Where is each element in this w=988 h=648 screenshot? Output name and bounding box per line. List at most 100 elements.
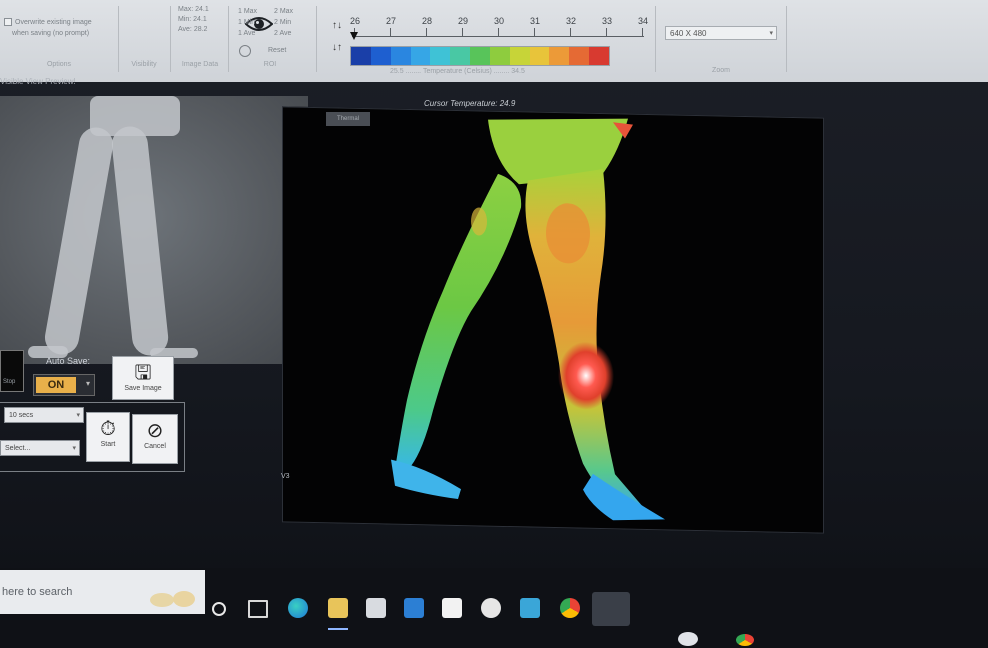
active-app-indicator xyxy=(328,628,348,630)
tick-mark xyxy=(606,28,607,36)
roi-caption: ROI xyxy=(263,61,277,68)
tick-mark xyxy=(570,28,571,36)
save-image-label: Save Image xyxy=(124,385,162,392)
cancel-label: Cancel xyxy=(144,443,166,450)
options-group: Overwrite existing image when saving (no… xyxy=(0,0,118,82)
ribbon-separator xyxy=(316,6,317,72)
roi2-ave[interactable]: 2 Ave xyxy=(274,30,291,37)
image-data-group: Max: 24.1 Min: 24.1 Ave: 28.2 Image Data xyxy=(172,0,228,82)
max-temp-value: Max: 24.1 xyxy=(178,6,209,13)
tick-mark xyxy=(534,28,535,36)
reset-button[interactable]: Reset xyxy=(268,47,286,54)
search-highlight-icon[interactable] xyxy=(148,588,198,610)
search-placeholder: here to search xyxy=(2,586,73,598)
timer-off-icon: ⊘ xyxy=(146,420,164,442)
tick-label: 29 xyxy=(458,16,469,26)
stop-button[interactable]: Stop xyxy=(0,350,24,392)
cancel-timer-button[interactable]: ⊘ Cancel xyxy=(132,414,178,464)
scale-slider-thumb[interactable] xyxy=(350,32,358,40)
color-bar-segment xyxy=(569,47,590,65)
tick-label: 33 xyxy=(602,16,613,26)
chevron-down-icon: ▾ xyxy=(76,412,80,419)
reset-icon[interactable] xyxy=(239,45,251,57)
auto-save-toggle[interactable]: ON ▾ xyxy=(33,374,95,396)
color-bar-segment xyxy=(390,47,411,65)
color-bar-segment xyxy=(509,47,530,65)
zoom-caption: Zoom xyxy=(712,67,730,74)
tick-label: 28 xyxy=(422,16,433,26)
tick-label: 34 xyxy=(638,16,649,26)
ribbon-separator xyxy=(786,6,787,72)
chevron-down-icon: ▾ xyxy=(72,445,76,452)
scale-ticks: 26 27 28 29 30 31 32 33 34 xyxy=(350,16,650,44)
sort-descending-icon[interactable]: ↓↑ xyxy=(332,42,342,53)
amazon-icon[interactable] xyxy=(442,598,462,618)
cursor-temperature: Cursor Temperature: 24.9 xyxy=(424,99,516,108)
scale-caption: 25.5 ........ Temperature (Celsius) ....… xyxy=(390,68,525,75)
start-timer-button[interactable]: ⏱ Start xyxy=(86,412,130,462)
floppy-disk-icon: 🖫 xyxy=(134,362,152,384)
visible-view-title: Visible View Preview! xyxy=(0,77,76,86)
color-bar-segment xyxy=(549,47,570,65)
color-bar-segment xyxy=(529,47,550,65)
tick-mark xyxy=(498,28,499,36)
tray-chrome-icon[interactable] xyxy=(736,634,754,646)
save-image-button[interactable]: 🖫 Save Image xyxy=(112,356,174,400)
color-bar-segment xyxy=(470,47,490,65)
tick-mark xyxy=(426,28,427,36)
interval-value: 10 secs xyxy=(9,412,34,419)
thermal-app-icon[interactable] xyxy=(592,592,630,626)
app-icon[interactable] xyxy=(520,598,540,618)
resolution-select[interactable]: 640 X 480 ▾ xyxy=(665,26,777,40)
temperature-scale: ↑↓ ↓↑ 26 27 28 29 30 31 32 33 34 25.5 ..… xyxy=(330,14,650,78)
thermal-view[interactable] xyxy=(282,106,824,534)
roi1-max[interactable]: 1 Max xyxy=(238,8,257,15)
overwrite-label-2: when saving (no prompt) xyxy=(12,30,90,37)
ribbon-toolbar: Overwrite existing image when saving (no… xyxy=(0,0,988,82)
color-bar-segment xyxy=(370,47,391,65)
mode-value: Select... xyxy=(5,445,31,452)
screen: Overwrite existing image when saving (no… xyxy=(0,0,988,648)
color-bar-segment xyxy=(410,47,431,65)
thermal-leg-left xyxy=(395,173,522,470)
resolution-value: 640 X 480 xyxy=(670,29,707,38)
store-icon[interactable] xyxy=(366,598,386,618)
thermal-badge: Thermal xyxy=(326,112,370,126)
chevron-down-icon: ▾ xyxy=(85,379,90,388)
thermal-image xyxy=(391,118,665,521)
file-explorer-icon[interactable] xyxy=(328,598,348,618)
overwrite-label: Overwrite existing image xyxy=(15,18,92,26)
media-player-icon[interactable] xyxy=(481,598,501,618)
tray-icon[interactable] xyxy=(678,632,698,646)
tick-label: 31 xyxy=(530,16,541,26)
tick-mark xyxy=(462,28,463,36)
roi2-max[interactable]: 2 Max xyxy=(274,8,293,15)
mail-icon[interactable] xyxy=(404,598,424,618)
roi2-min[interactable]: 2 Min xyxy=(274,19,291,26)
tick-label: 30 xyxy=(494,16,505,26)
options-caption: Options xyxy=(46,61,72,68)
thermal-corner-label: V3 xyxy=(281,473,290,480)
tick-mark xyxy=(642,28,643,36)
roi1-ave[interactable]: 1 Ave xyxy=(238,30,255,37)
overwrite-option[interactable]: Overwrite existing image xyxy=(4,18,92,26)
chevron-down-icon: ▾ xyxy=(769,30,773,37)
auto-save-value: ON xyxy=(36,377,76,393)
task-view-icon[interactable] xyxy=(248,600,268,618)
edge-browser-icon[interactable] xyxy=(288,598,308,618)
interval-select[interactable]: 10 secs ▾ xyxy=(4,407,84,423)
color-bar-segment xyxy=(351,47,371,65)
cortana-icon[interactable] xyxy=(212,602,226,616)
scale-line xyxy=(352,36,644,37)
tick-label: 27 xyxy=(386,16,397,26)
start-label: Start xyxy=(100,441,116,448)
chrome-icon[interactable] xyxy=(560,598,580,618)
roi1-min[interactable]: 1 Min xyxy=(238,19,255,26)
color-bar-segment xyxy=(589,47,609,65)
visible-view-leg-left xyxy=(42,124,116,358)
ribbon-separator xyxy=(228,6,229,72)
overwrite-checkbox[interactable] xyxy=(4,18,12,26)
mode-select[interactable]: Select... ▾ xyxy=(0,440,80,456)
min-temp-value: Min: 24.1 xyxy=(178,16,207,23)
sort-ascending-icon[interactable]: ↑↓ xyxy=(332,20,342,31)
